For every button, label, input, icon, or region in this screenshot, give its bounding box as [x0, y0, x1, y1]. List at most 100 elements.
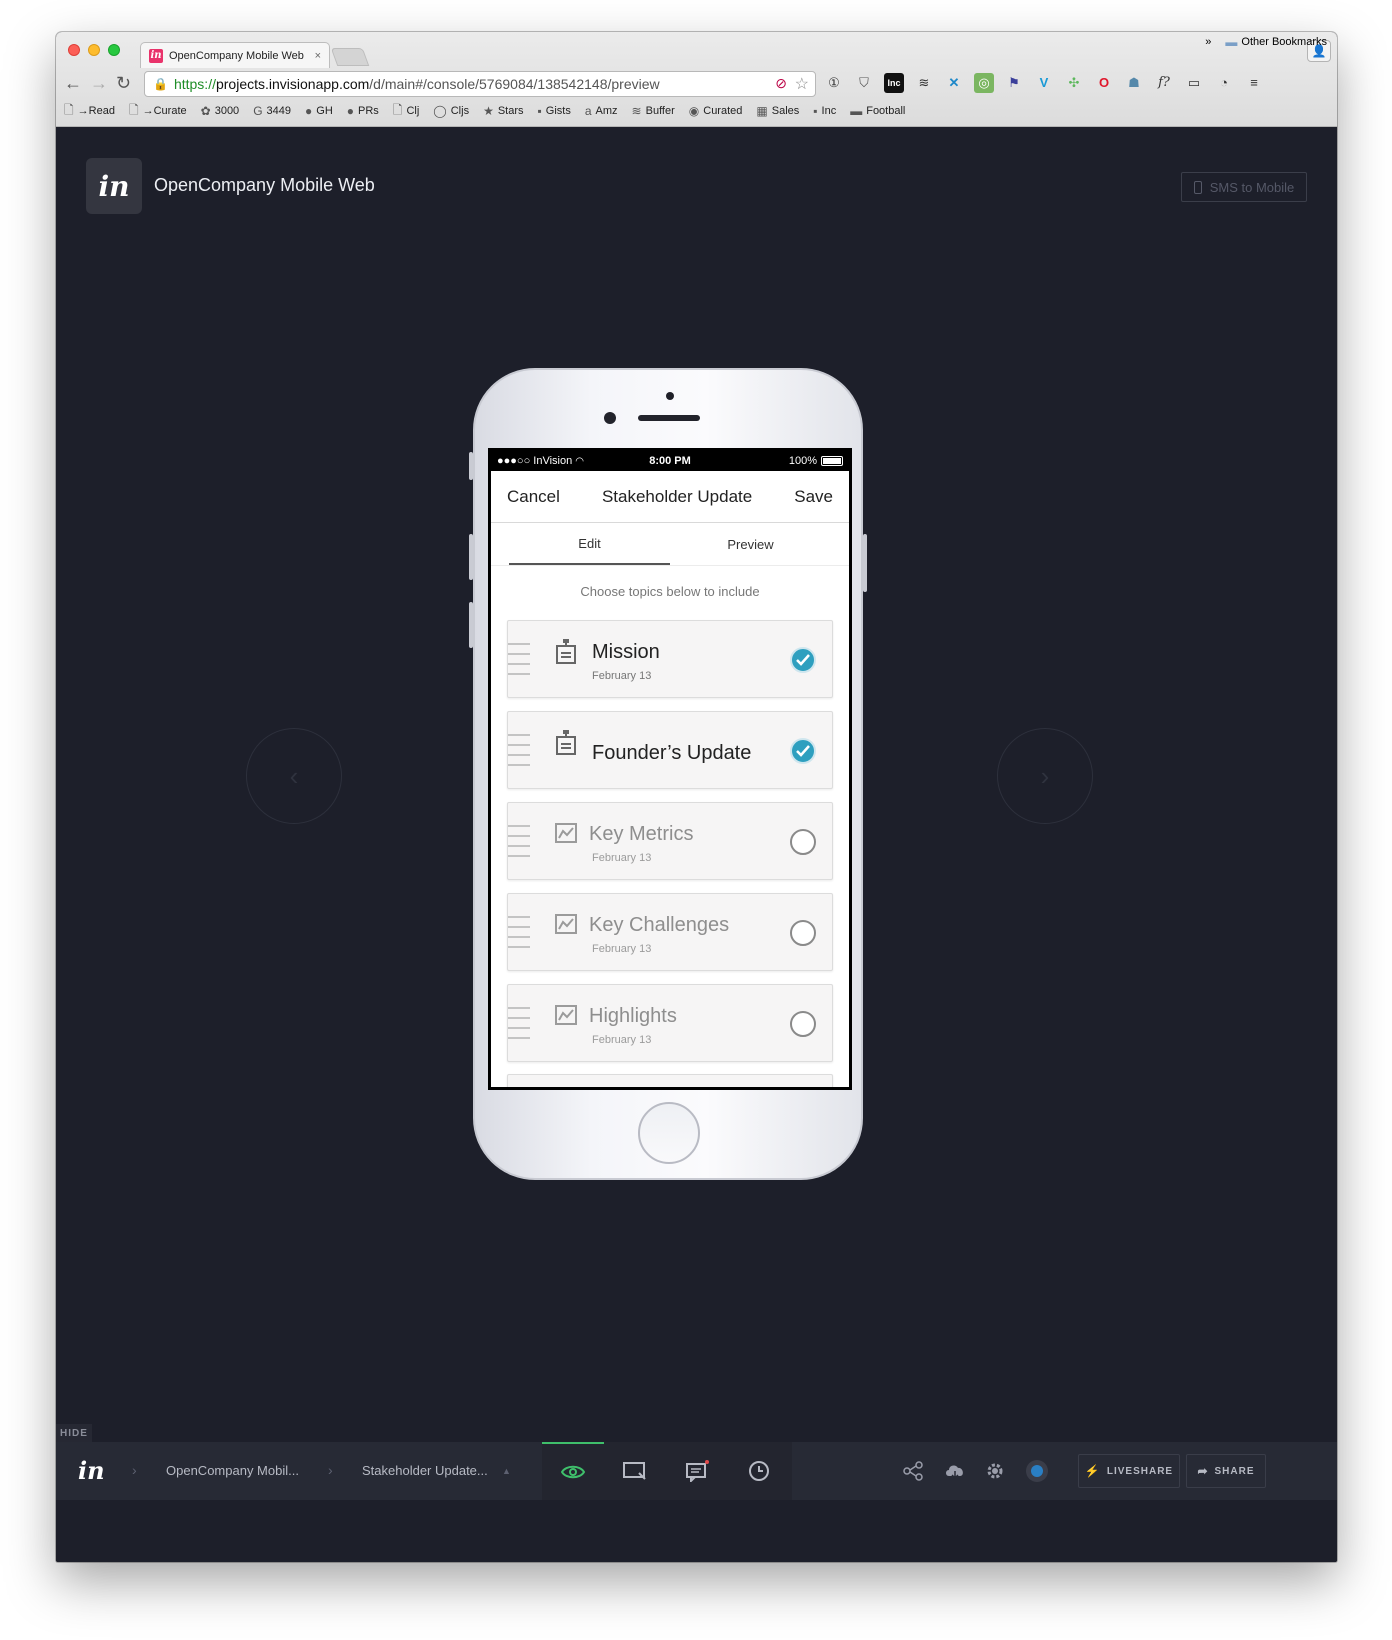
bookmarks-bar: 🗋 →Read 🗋 →Curate ✿ 3000 G 3449 ● GH ● PRs 🗋 Clj ◯ Cljs… — [56, 100, 1337, 122]
gear-icon[interactable] — [984, 1460, 1006, 1482]
new-tab-button[interactable] — [330, 48, 370, 66]
save-button[interactable]: Save — [794, 487, 833, 507]
breadcrumb-screen[interactable]: Stakeholder Update... — [362, 1463, 488, 1478]
address-bar[interactable]: 🔒 https://projects.invisionapp.com/d/mai… — [144, 71, 816, 97]
sms-to-mobile-button[interactable]: SMS to Mobile — [1181, 172, 1307, 202]
screen-extension-icon[interactable]: ▭ — [1184, 73, 1204, 93]
topic-card[interactable]: Mission February 13 — [507, 620, 833, 698]
checkbox-unchecked-icon[interactable] — [790, 829, 816, 855]
bookmark-label: →Read — [77, 105, 115, 117]
inc-extension-icon[interactable]: Inc — [884, 73, 904, 93]
green-extension-icon[interactable]: ◎ — [974, 73, 994, 93]
bookmark-label: Curated — [703, 105, 743, 117]
bookmark-item[interactable]: ≋ Buffer — [632, 104, 675, 118]
next-screen-button[interactable]: › — [997, 728, 1093, 824]
reload-icon[interactable]: ↻ — [116, 73, 131, 94]
checkmark-checked-icon[interactable] — [790, 647, 816, 673]
buffer-extension-icon[interactable]: ≋ — [914, 73, 934, 93]
topic-date: February 13 — [592, 943, 652, 955]
drag-handle-icon[interactable] — [508, 825, 530, 865]
screen-title: Stakeholder Update — [601, 486, 753, 506]
browser-chrome: in OpenCompany Mobile Web × 👤 ← → ↻ 🔒 ht… — [56, 32, 1337, 127]
bookmark-item[interactable]: ▪ Inc — [813, 104, 836, 118]
topic-card[interactable]: Key Metrics February 13 — [507, 802, 833, 880]
build-mode-button[interactable] — [604, 1442, 666, 1500]
other-bookmarks[interactable]: ▬ Other Bookmarks — [1225, 35, 1327, 49]
cancel-button[interactable]: Cancel — [507, 487, 560, 507]
tab-edit[interactable]: Edit — [509, 524, 670, 565]
back-arrow-icon[interactable]: ← — [64, 73, 82, 94]
bookmark-item[interactable]: ★ Stars — [483, 104, 523, 118]
minimize-window-button[interactable] — [88, 44, 100, 56]
bookmark-item[interactable]: ✿ 3000 — [201, 104, 240, 118]
bookmark-item[interactable]: 🗋 Clj — [393, 101, 420, 122]
browser-tab[interactable]: in OpenCompany Mobile Web × — [140, 42, 330, 68]
breadcrumb-project[interactable]: OpenCompany Mobil... — [166, 1463, 299, 1478]
bookmark-item[interactable]: ▪ Gists — [538, 104, 571, 118]
puzzle-extension-icon[interactable]: ✣ — [1064, 73, 1084, 93]
opera-extension-icon[interactable]: O — [1094, 73, 1114, 93]
zoom-window-button[interactable] — [108, 44, 120, 56]
topic-card[interactable]: Highlights February 13 — [507, 984, 833, 1062]
checkmark-checked-icon[interactable] — [790, 738, 816, 764]
preview-mode-button[interactable] — [542, 1442, 604, 1500]
drag-handle-icon[interactable] — [508, 1007, 530, 1047]
share-button[interactable]: ➦ SHARE — [1186, 1454, 1266, 1488]
invision-logo-small[interactable]: in — [78, 1456, 105, 1485]
chart-icon — [555, 1005, 577, 1025]
ghost-extension-icon[interactable]: ☗ — [1124, 73, 1144, 93]
drag-handle-icon[interactable] — [508, 643, 530, 683]
cross-extension-icon[interactable]: ✕ — [944, 73, 964, 93]
pocket-icon[interactable]: ⛉ — [854, 73, 874, 93]
topic-date: February 13 — [592, 852, 652, 864]
tab-preview[interactable]: Preview — [670, 524, 831, 565]
bookmark-item[interactable]: ◉ Curated — [689, 104, 743, 118]
chart-icon — [555, 823, 577, 843]
topic-card[interactable]: Key Challenges February 13 — [507, 893, 833, 971]
bookmark-item[interactable]: 🗋 →Curate — [129, 101, 187, 122]
stopwatch-extension-icon[interactable]: ◔ — [1214, 73, 1234, 93]
bookmark-item[interactable]: 🗋 →Read — [64, 101, 115, 122]
share-nodes-icon[interactable] — [902, 1460, 924, 1482]
hide-toolbar-button[interactable]: HIDE — [56, 1424, 92, 1442]
liveshare-button[interactable]: ⚡ LIVESHARE — [1078, 1454, 1180, 1488]
forward-arrow-icon[interactable]: → — [90, 73, 108, 94]
cloud-download-icon[interactable] — [944, 1460, 966, 1482]
history-mode-button[interactable] — [728, 1442, 790, 1500]
drag-handle-icon[interactable] — [508, 734, 530, 774]
home-button[interactable] — [638, 1102, 700, 1164]
checkbox-unchecked-icon[interactable] — [790, 1011, 816, 1037]
avatar[interactable] — [1026, 1460, 1048, 1482]
extension-blocked-icon[interactable]: ⊘ — [775, 75, 787, 92]
bookmarks-overflow-icon[interactable]: » — [1205, 36, 1211, 48]
previous-screen-button[interactable]: ‹ — [246, 728, 342, 824]
invision-logo[interactable]: in — [86, 158, 142, 214]
checkbox-unchecked-icon[interactable] — [790, 920, 816, 946]
bookmark-item[interactable]: ▬ Football — [850, 104, 905, 118]
onepassword-icon[interactable]: ① — [824, 73, 844, 93]
topic-name: Mission — [592, 641, 660, 663]
close-window-button[interactable] — [68, 44, 80, 56]
function-extension-icon[interactable]: f? — [1154, 73, 1174, 93]
bookmark-item[interactable]: G 3449 — [253, 104, 291, 118]
github-icon: ● — [346, 104, 355, 118]
bookmark-item[interactable]: ● PRs — [347, 104, 379, 118]
bookmark-star-icon[interactable]: ☆ — [795, 74, 809, 94]
topic-name: Highlights — [589, 1005, 677, 1027]
flag-extension-icon[interactable]: ⚑ — [1004, 73, 1024, 93]
topic-date: February 13 — [592, 1034, 652, 1046]
comment-mode-button[interactable] — [666, 1442, 728, 1500]
bookmark-item[interactable]: ▦ Sales — [756, 104, 799, 118]
menu-icon[interactable]: ≡ — [1244, 73, 1264, 93]
flower-icon: ✿ — [200, 104, 211, 118]
caret-up-icon[interactable]: ▲ — [502, 1466, 511, 1476]
tab-close-icon[interactable]: × — [315, 50, 321, 62]
bookmark-item[interactable]: ◯ Cljs — [433, 104, 469, 118]
drag-handle-icon[interactable] — [508, 916, 530, 956]
vimeo-extension-icon[interactable]: V — [1034, 73, 1054, 93]
bookmark-item[interactable]: ● GH — [305, 104, 333, 118]
topic-card[interactable]: Founder’s Update — [507, 711, 833, 789]
share-arrow-icon: ➦ — [1197, 1464, 1209, 1478]
bookmark-item[interactable]: a Amz — [585, 104, 618, 118]
other-bookmarks-label: Other Bookmarks — [1241, 36, 1327, 48]
